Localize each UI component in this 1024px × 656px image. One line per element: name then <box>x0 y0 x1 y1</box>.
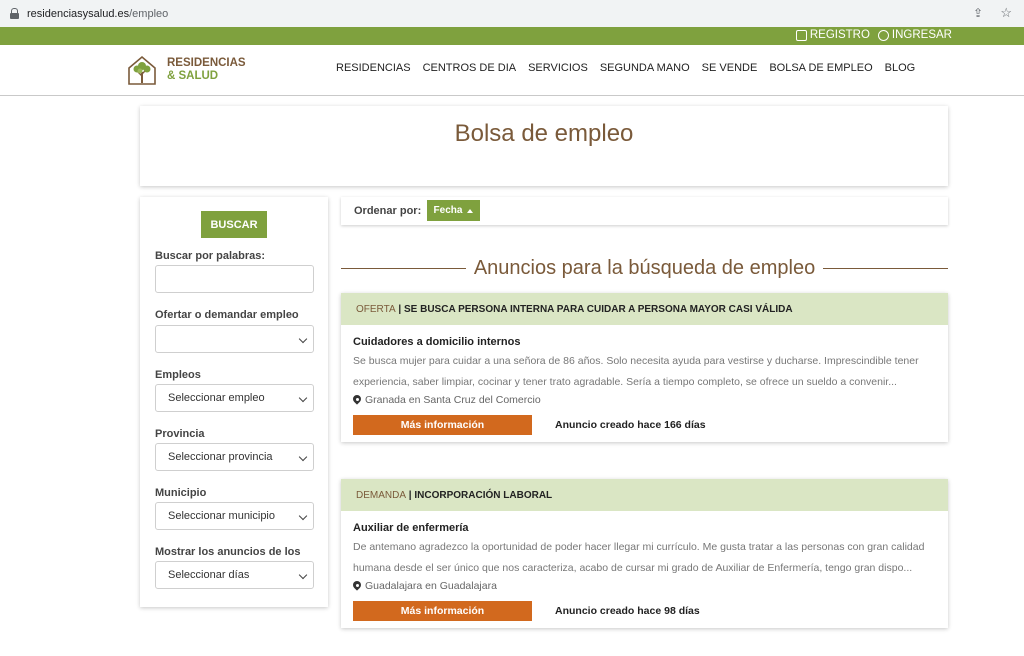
ingresar-label: INGRESAR <box>891 29 952 41</box>
lock-icon <box>10 8 19 19</box>
province-value: Seleccionar provincia <box>168 451 273 463</box>
listing-separator: | <box>406 489 415 501</box>
top-account-bar: REGISTRO INGRESAR <box>0 27 1024 45</box>
buscar-button[interactable]: BUSCAR <box>201 211 267 238</box>
keywords-input[interactable] <box>155 265 314 293</box>
listing-description: De antemano agradezco la oportunidad de … <box>353 541 925 574</box>
days-value: Seleccionar días <box>168 569 250 581</box>
listing-created: Anuncio creado hace 166 días <box>555 419 706 431</box>
logo-line1: RESIDENCIAS <box>167 57 246 69</box>
listing-card: DEMANDA | INCORPORACIÓN LABORAL Auxiliar… <box>341 479 948 628</box>
days-select[interactable]: Seleccionar días <box>155 561 314 589</box>
registro-label: REGISTRO <box>809 29 870 41</box>
listing-separator: | <box>395 303 404 315</box>
section-title: Anuncios para la búsqueda de empleo <box>473 256 816 279</box>
nav-blog[interactable]: BLOG <box>879 62 922 74</box>
edit-icon <box>795 29 807 41</box>
map-pin-icon <box>353 581 361 591</box>
listing-header[interactable]: DEMANDA | INCORPORACIÓN LABORAL <box>341 479 948 511</box>
heading-divider-right <box>823 267 949 269</box>
listing-header[interactable]: OFERTA | SE BUSCA PERSONA INTERNA PARA C… <box>341 293 948 325</box>
days-label: Mostrar los anuncios de los <box>155 546 301 558</box>
sort-label: Ordenar por: <box>354 205 422 217</box>
share-icon[interactable]: ⇪ <box>973 6 986 20</box>
browser-address-bar[interactable]: residenciasysalud.es/empleo ⇪ ☆ <box>0 0 1024 27</box>
chevron-down-icon <box>298 570 308 580</box>
nav-segunda-mano[interactable]: SEGUNDA MANO <box>594 62 696 74</box>
listing-description: Se busca mujer para cuidar a una señora … <box>353 355 919 388</box>
url-host: residenciasysalud.es <box>27 7 130 20</box>
province-select[interactable]: Seleccionar provincia <box>155 443 314 471</box>
search-filters-panel: BUSCAR Buscar por palabras: Ofertar o de… <box>140 197 328 607</box>
house-tree-logo-icon <box>126 54 158 86</box>
listing-type: OFERTA <box>356 303 396 315</box>
offer-demand-label: Ofertar o demandar empleo <box>155 309 299 321</box>
listing-location: Granada en Santa Cruz del Comercio <box>353 394 936 406</box>
municipality-select[interactable]: Seleccionar municipio <box>155 502 314 530</box>
nav-servicios[interactable]: SERVICIOS <box>522 62 594 74</box>
main-nav: RESIDENCIAS CENTROS DE DIA SERVICIOS SEG… <box>330 62 921 74</box>
municipality-value: Seleccionar municipio <box>168 510 275 522</box>
listing-location-text: Granada en Santa Cruz del Comercio <box>365 394 541 406</box>
caret-up-icon <box>467 208 474 213</box>
site-logo[interactable]: RESIDENCIAS & SALUD <box>126 54 246 86</box>
heading-divider-left <box>341 267 466 269</box>
listing-location-text: Guadalajara en Guadalajara <box>365 580 497 592</box>
listing-type: DEMANDA <box>356 489 407 501</box>
listing-location: Guadalajara en Guadalajara <box>353 580 936 592</box>
sort-fecha-button[interactable]: Fecha <box>427 200 480 221</box>
offer-demand-select[interactable] <box>155 325 314 353</box>
nav-se-vende[interactable]: SE VENDE <box>696 62 764 74</box>
mas-informacion-button[interactable]: Más información <box>353 415 532 435</box>
keywords-label: Buscar por palabras: <box>155 250 266 262</box>
nav-bolsa-de-empleo[interactable]: BOLSA DE EMPLEO <box>763 62 878 74</box>
nav-centros-de-dia[interactable]: CENTROS DE DIA <box>417 62 523 74</box>
chevron-down-icon <box>298 511 308 521</box>
municipality-label: Municipio <box>155 487 207 499</box>
section-heading: Anuncios para la búsqueda de empleo <box>341 254 949 282</box>
sort-fecha-label: Fecha <box>433 205 463 216</box>
listing-created: Anuncio creado hace 98 días <box>555 605 700 617</box>
page-title: Bolsa de empleo <box>454 120 634 147</box>
listing-title: Auxiliar de enfermería <box>353 522 469 534</box>
user-circle-icon <box>877 29 889 41</box>
ingresar-link[interactable]: INGRESAR <box>877 29 952 41</box>
jobs-label: Empleos <box>155 369 201 381</box>
registro-link[interactable]: REGISTRO <box>795 29 870 41</box>
nav-residencias[interactable]: RESIDENCIAS <box>330 62 417 74</box>
listing-card: OFERTA | SE BUSCA PERSONA INTERNA PARA C… <box>341 293 948 442</box>
listing-headline: SE BUSCA PERSONA INTERNA PARA CUIDAR A P… <box>404 303 793 315</box>
listing-headline: INCORPORACIÓN LABORAL <box>414 489 553 501</box>
jobs-select[interactable]: Seleccionar empleo <box>155 384 314 412</box>
chevron-down-icon <box>298 334 308 344</box>
page-title-card: Bolsa de empleo <box>140 106 948 186</box>
url-path: /empleo <box>129 7 169 20</box>
listing-title: Cuidadores a domicilio internos <box>353 336 521 348</box>
chevron-down-icon <box>298 452 308 462</box>
jobs-value: Seleccionar empleo <box>168 392 265 404</box>
mas-informacion-button[interactable]: Más información <box>353 601 532 621</box>
logo-line2: & SALUD <box>167 70 219 82</box>
sort-bar: Ordenar por: Fecha <box>341 197 948 225</box>
site-header: RESIDENCIAS & SALUD RESIDENCIAS CENTROS … <box>0 45 1024 96</box>
bookmark-star-icon[interactable]: ☆ <box>1000 5 1012 21</box>
url-text[interactable]: residenciasysalud.es/empleo <box>27 8 168 20</box>
map-pin-icon <box>353 395 361 405</box>
province-label: Provincia <box>155 428 205 440</box>
chevron-down-icon <box>298 393 308 403</box>
